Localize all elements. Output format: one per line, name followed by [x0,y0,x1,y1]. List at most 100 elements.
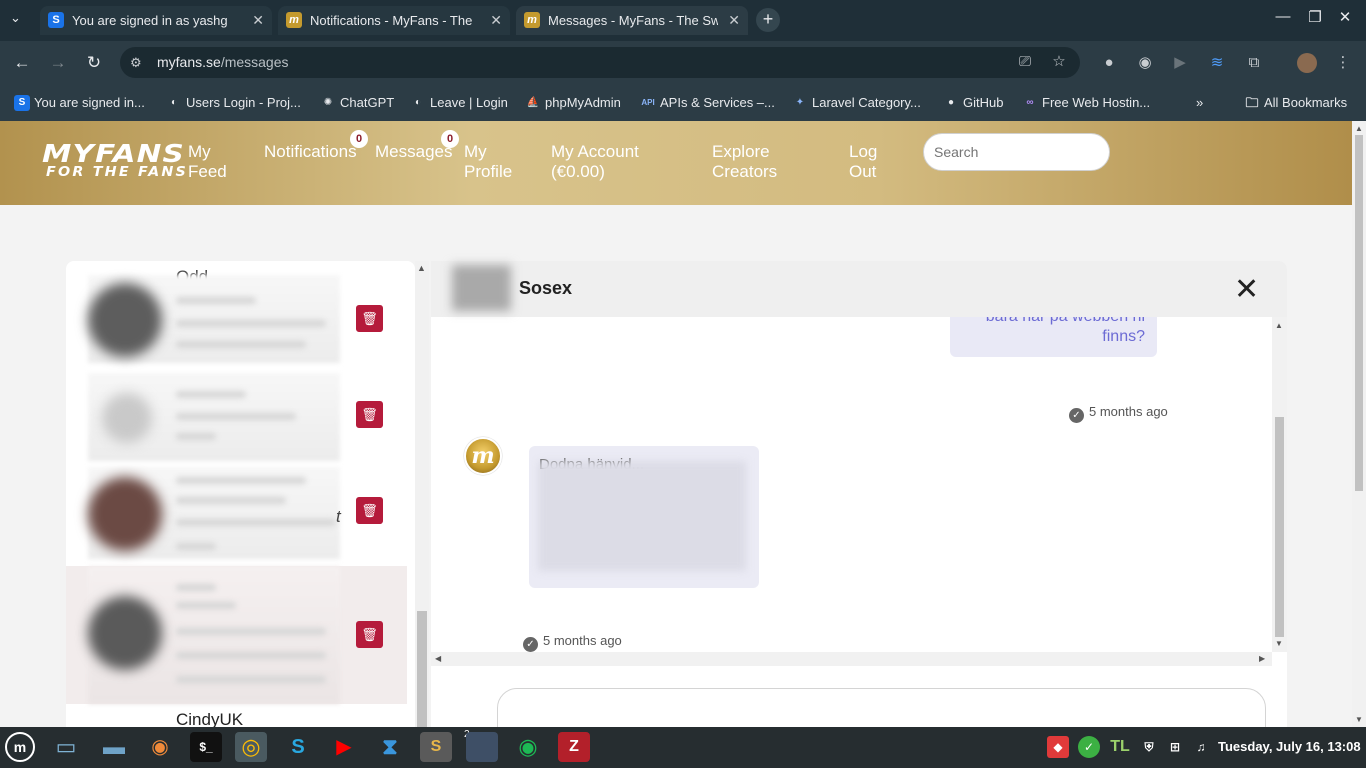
delete-conversation-button[interactable]: 🗑 [356,305,383,332]
tab-signed-in[interactable]: S You are signed in as yashg ✕ [40,6,272,35]
nav-notifications[interactable]: Notifications [264,142,357,162]
chat-panel: Sosex ✕ bara här på webben ni finns? ✓5 … [431,261,1287,727]
bookmark-users-login[interactable]: ◐ Users Login - Proj... [166,93,301,113]
conversation-item[interactable]: 🗑 [66,275,407,371]
extension-wave-icon[interactable]: ≋ [1207,53,1227,73]
tl-tray-icon[interactable]: TL [1109,736,1131,758]
menu-kebab-icon[interactable]: ⋮ [1333,53,1353,73]
bookmark-star-icon[interactable]: ☆ [1049,52,1069,72]
scrollbar-thumb[interactable] [1275,417,1284,637]
scroll-down-arrow-icon[interactable]: ▼ [1355,715,1363,724]
site-info-icon[interactable]: ⚙ [130,55,142,71]
extension-avatar-icon[interactable]: ◉ [1135,53,1155,73]
start-menu-icon[interactable]: m [5,732,35,762]
conversation-item[interactable]: t 🗑 [66,467,407,563]
myfans-logo[interactable]: MYFANS FOR THE FANS [42,141,186,185]
delete-conversation-button[interactable]: 🗑 [356,401,383,428]
files-icon[interactable]: ▭ [50,732,82,762]
reload-icon[interactable]: ↻ [82,51,106,75]
search-input[interactable] [923,133,1110,171]
extension-play-icon[interactable]: ▶ [1170,53,1190,73]
filezilla-icon[interactable]: Z [558,732,590,762]
scroll-right-arrow-icon[interactable]: ▶ [1259,654,1265,663]
all-bookmarks-button[interactable]: 🗀 All Bookmarks [1244,93,1347,113]
tab-close-icon[interactable]: ✕ [252,6,264,35]
bookmark-signed-in[interactable]: S You are signed in... [14,93,145,113]
nav-my-account[interactable]: My Account (€0.00) [551,142,671,182]
address-bar[interactable]: ⚙ myfans.se/messages ⎚ ☆ [120,47,1080,78]
update-ok-tray-icon[interactable]: ✓ [1078,736,1100,758]
close-chat-icon[interactable]: ✕ [1234,275,1259,305]
message-compose-input[interactable] [497,688,1266,727]
spotify-icon[interactable]: ◉ [512,732,544,762]
tab-title: Notifications - MyFans - The [310,13,473,28]
shield-tray-icon[interactable]: ⛨ [1138,736,1160,758]
maximize-icon[interactable]: ❐ [1303,8,1327,26]
folder-icon[interactable]: ▬ [98,732,130,762]
tab-title: Messages - MyFans - The Swe [548,13,718,28]
extension-mouse-icon[interactable]: ● [1099,53,1119,73]
chat-messages: bara här på webben ni finns? ✓5 months a… [431,317,1272,652]
conversation-avatar [88,596,162,670]
forward-icon[interactable]: → [46,51,70,75]
tab-search-chevron-icon[interactable]: ⌄ [10,10,21,26]
browser-toolbar: ← → ↻ ⚙ myfans.se/messages ⎚ ☆ ● ◉ ▶ ≋ ⧉… [0,41,1366,85]
bookmark-phpmyadmin[interactable]: ⛵ phpMyAdmin [525,93,621,113]
tab-messages[interactable]: m Messages - MyFans - The Swe ✕ [516,6,748,35]
nav-log-out[interactable]: Log Out [849,142,899,182]
chrome-icon[interactable]: ◎ [235,732,267,762]
tab-close-icon[interactable]: ✕ [490,6,502,35]
delete-conversation-button[interactable]: 🗑 [356,497,383,524]
scrollbar-thumb[interactable] [1355,135,1363,491]
youtube-icon[interactable]: ▶ [328,732,360,762]
nav-my-feed[interactable]: My Feed [188,142,238,182]
chat-horizontal-scrollbar[interactable]: ◀ ▶ [431,652,1272,666]
url-text[interactable]: myfans.se/messages [157,47,289,78]
vscode-icon[interactable]: ⧗ [374,732,406,762]
scroll-down-arrow-icon[interactable]: ▼ [1275,639,1283,648]
taskbar-clock[interactable]: Tuesday, July 16, 13:08 [1218,739,1361,754]
network-tray-icon[interactable]: ⊞ [1164,736,1186,758]
new-tab-button[interactable]: + [756,8,780,32]
bookmark-apis-services[interactable]: API APIs & Services –... [640,93,775,113]
github-icon: ● [947,97,955,108]
sound-tray-icon[interactable]: ♫ [1190,736,1212,758]
anydesk-tray-icon[interactable]: ◆ [1047,736,1069,758]
app-window-icon[interactable] [466,732,498,762]
nav-my-profile[interactable]: My Profile [464,142,526,182]
bookmark-github[interactable]: ● GitHub [943,93,1004,113]
delete-conversation-button[interactable]: 🗑 [356,621,383,648]
notifications-count-badge: 0 [350,130,368,148]
skype-icon[interactable]: S [282,732,314,762]
scroll-up-arrow-icon[interactable]: ▲ [1275,321,1283,330]
conversation-list-scrollbar[interactable]: ▲ [415,261,429,727]
bookmark-free-hosting[interactable]: ∞ Free Web Hostin... [1022,93,1150,113]
scrollbar-thumb[interactable] [417,611,427,727]
install-app-icon[interactable]: ⎚ [1015,52,1035,72]
sublime-text-icon[interactable]: S [420,732,452,762]
scroll-up-arrow-icon[interactable]: ▲ [1355,124,1363,133]
back-icon[interactable]: ← [10,51,34,75]
nav-messages[interactable]: Messages [375,142,452,162]
close-window-icon[interactable]: ✕ [1333,8,1357,26]
page-scrollbar[interactable]: ▲ ▼ [1352,121,1366,727]
terminal-icon[interactable]: $_ [190,732,222,762]
firefox-icon[interactable]: ◉ [144,732,176,762]
scroll-left-arrow-icon[interactable]: ◀ [435,654,441,663]
profile-avatar-icon[interactable] [1297,53,1317,73]
tab-close-icon[interactable]: ✕ [728,6,740,35]
bookmarks-overflow-button[interactable]: » [1176,93,1203,113]
conversation-item-active[interactable]: 🗑 [66,566,407,704]
minimize-icon[interactable]: — [1271,8,1295,25]
bookmark-laravel[interactable]: ✦ Laravel Category... [792,93,921,113]
scroll-up-arrow-icon[interactable]: ▲ [417,263,426,273]
conversation-item[interactable]: 🗑 [66,373,407,467]
chat-vertical-scrollbar[interactable]: ▲ ▼ [1272,317,1287,652]
nav-explore-creators[interactable]: Explore Creators [712,142,802,182]
tab-notifications[interactable]: m Notifications - MyFans - The ✕ [278,6,510,35]
blurred-image-attachment[interactable] [538,461,746,571]
extensions-puzzle-icon[interactable]: ⧉ [1244,53,1264,73]
bookmark-chatgpt-icon: ✺ [323,97,333,108]
bookmark-chatgpt[interactable]: ✺ ChatGPT [320,93,394,113]
bookmark-leave-login[interactable]: ◐ Leave | Login [410,93,508,113]
